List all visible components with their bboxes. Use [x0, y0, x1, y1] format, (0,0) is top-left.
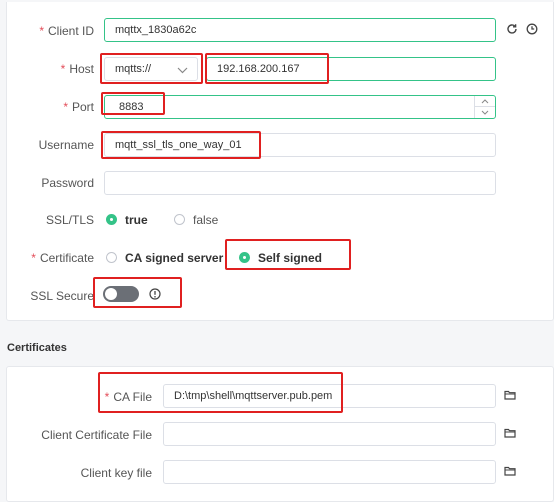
ca-file-input[interactable]: D:\tmp\shell\mqttserver.pub.pem — [163, 384, 496, 408]
ca-signed-radio[interactable] — [106, 252, 117, 263]
self-signed-radio[interactable] — [239, 252, 250, 263]
client-id-label: * Client ID — [39, 24, 94, 38]
ssl-secure-label: SSL Secure — [30, 289, 94, 303]
ca-signed-label[interactable]: CA signed server — [125, 251, 223, 265]
ssl-false-radio[interactable] — [174, 214, 185, 225]
ssl-secure-toggle[interactable] — [103, 286, 139, 302]
username-label: Username — [38, 138, 94, 152]
ca-file-label: * CA File — [104, 390, 152, 404]
folder-icon[interactable] — [503, 426, 517, 440]
client-cert-label: Client Certificate File — [41, 428, 152, 442]
host-input[interactable]: 192.168.200.167 — [206, 57, 496, 81]
refresh-icon[interactable] — [505, 22, 519, 36]
port-stepper — [474, 96, 495, 118]
certificate-label: * Certificate — [31, 251, 94, 265]
chevron-down-icon — [176, 64, 188, 76]
self-signed-label[interactable]: Self signed — [258, 251, 322, 265]
general-panel — [6, 2, 554, 321]
certificates-title: Certificates — [7, 342, 67, 354]
client-key-label: Client key file — [80, 466, 152, 480]
host-label: * Host — [60, 62, 94, 76]
client-cert-input[interactable] — [163, 422, 496, 446]
toggle-knob — [105, 288, 117, 300]
username-input[interactable]: mqtt_ssl_tls_one_way_01 — [104, 133, 496, 157]
ssl-true-label[interactable]: true — [125, 213, 148, 227]
client-key-input[interactable] — [163, 460, 496, 484]
spinner-up-icon[interactable] — [475, 96, 495, 107]
ssl-false-label[interactable]: false — [193, 213, 218, 227]
client-id-input[interactable]: mqttx_1830a62c — [104, 18, 496, 42]
port-input[interactable]: 8883 — [104, 95, 496, 119]
password-label: Password — [41, 176, 94, 190]
clock-icon[interactable] — [525, 22, 539, 36]
port-label: * Port — [63, 100, 94, 114]
password-input[interactable] — [104, 171, 496, 195]
spinner-down-icon[interactable] — [475, 107, 495, 118]
ssl-true-radio[interactable] — [106, 214, 117, 225]
folder-icon[interactable] — [503, 464, 517, 478]
folder-icon[interactable] — [503, 388, 517, 402]
ssl-tls-label: SSL/TLS — [45, 213, 94, 227]
info-icon[interactable] — [148, 287, 162, 301]
